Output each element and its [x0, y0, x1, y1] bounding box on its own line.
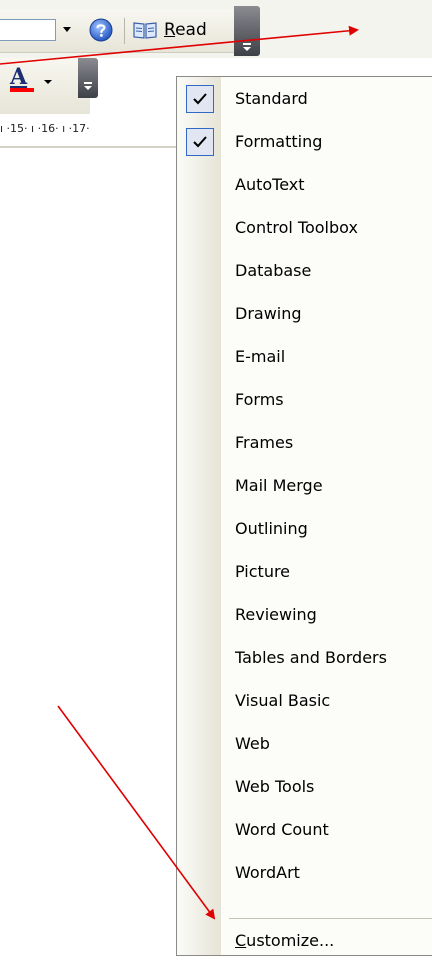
menu-item-control-toolbox[interactable]: Control Toolbox [177, 206, 432, 249]
toolbar-options-icon [84, 82, 92, 90]
menu-item-label: Web [235, 734, 270, 753]
menu-item-web-tools[interactable]: Web Tools [177, 765, 432, 808]
help-icon [89, 18, 113, 42]
menu-item-label: Mail Merge [235, 476, 323, 495]
menu-item-outlining[interactable]: Outlining [177, 507, 432, 550]
menu-item-label: AutoText [235, 175, 305, 194]
toolbar-separator [124, 18, 125, 44]
menu-item-mail-merge[interactable]: Mail Merge [177, 464, 432, 507]
menu-item-label: Word Count [235, 820, 329, 839]
menu-item-label: WordArt [235, 863, 300, 882]
svg-text:A: A [9, 64, 28, 90]
menu-item-autotext[interactable]: AutoText [177, 163, 432, 206]
formatting-toolbar-options-button[interactable] [78, 58, 98, 98]
menu-item-tables-and-borders[interactable]: Tables and Borders [177, 636, 432, 679]
toolbar-area: Read [0, 0, 432, 58]
menu-item-label: Tables and Borders [235, 648, 387, 667]
menu-item-web[interactable]: Web [177, 722, 432, 765]
menu-item-visual-basic[interactable]: Visual Basic [177, 679, 432, 722]
toolbar-options-button[interactable] [234, 6, 260, 56]
checkmark-box [186, 84, 214, 113]
menu-item-label: Customize... [235, 931, 335, 950]
toolbar-options-icon [243, 43, 251, 51]
chevron-down-icon [63, 27, 71, 32]
menu-item-label: Visual Basic [235, 691, 331, 710]
menu-item-label: Database [235, 261, 312, 280]
menu-item-label: E-mail [235, 347, 286, 366]
menu-item-label: Reviewing [235, 605, 317, 624]
menu-item-e-mail[interactable]: E-mail [177, 335, 432, 378]
checkmark-icon [193, 92, 207, 104]
help-button[interactable] [89, 18, 113, 42]
menu-item-customize[interactable]: Customize... [177, 919, 432, 962]
ruler-ticks: ı ·15· ı ·16· ı ·17· [0, 122, 90, 135]
menu-item-reviewing[interactable]: Reviewing [177, 593, 432, 636]
book-icon [133, 22, 157, 39]
menu-item-formatting[interactable]: Formatting [177, 120, 432, 163]
menu-item-drawing[interactable]: Drawing [177, 292, 432, 335]
menu-item-label: Picture [235, 562, 291, 581]
formatting-toolbar: A [0, 58, 90, 114]
zoom-dropdown-button[interactable] [56, 19, 78, 41]
ruler-baseline [0, 146, 178, 148]
font-color-icon: A [9, 64, 52, 92]
menu-item-database[interactable]: Database [177, 249, 432, 292]
toolbars-context-menu: Standard Formatting AutoText Control Too… [176, 76, 432, 956]
menu-item-label: Standard [235, 89, 308, 108]
menu-item-label: Drawing [235, 304, 302, 323]
menu-item-word-count[interactable]: Word Count [177, 808, 432, 851]
menu-item-wordart[interactable]: WordArt [177, 851, 432, 894]
read-button-label: Read [164, 20, 207, 40]
menu-item-label: Outlining [235, 519, 308, 538]
font-color-button[interactable]: A [8, 62, 64, 96]
menu-item-label: Control Toolbox [235, 218, 358, 237]
horizontal-ruler: ı ·15· ı ·16· ı ·17· [0, 114, 178, 150]
menu-item-forms[interactable]: Forms [177, 378, 432, 421]
menu-item-label: Formatting [235, 132, 323, 151]
read-button[interactable]: Read [132, 16, 207, 44]
menu-item-standard[interactable]: Standard [177, 77, 432, 120]
menu-item-label: Forms [235, 390, 284, 409]
menu-item-picture[interactable]: Picture [177, 550, 432, 593]
zoom-combo-input[interactable] [0, 19, 56, 41]
checkmark-box [186, 127, 214, 156]
menu-item-label: Frames [235, 433, 294, 452]
menu-item-frames[interactable]: Frames [177, 421, 432, 464]
menu-item-label: Web Tools [235, 777, 315, 796]
checkmark-icon [193, 135, 207, 147]
